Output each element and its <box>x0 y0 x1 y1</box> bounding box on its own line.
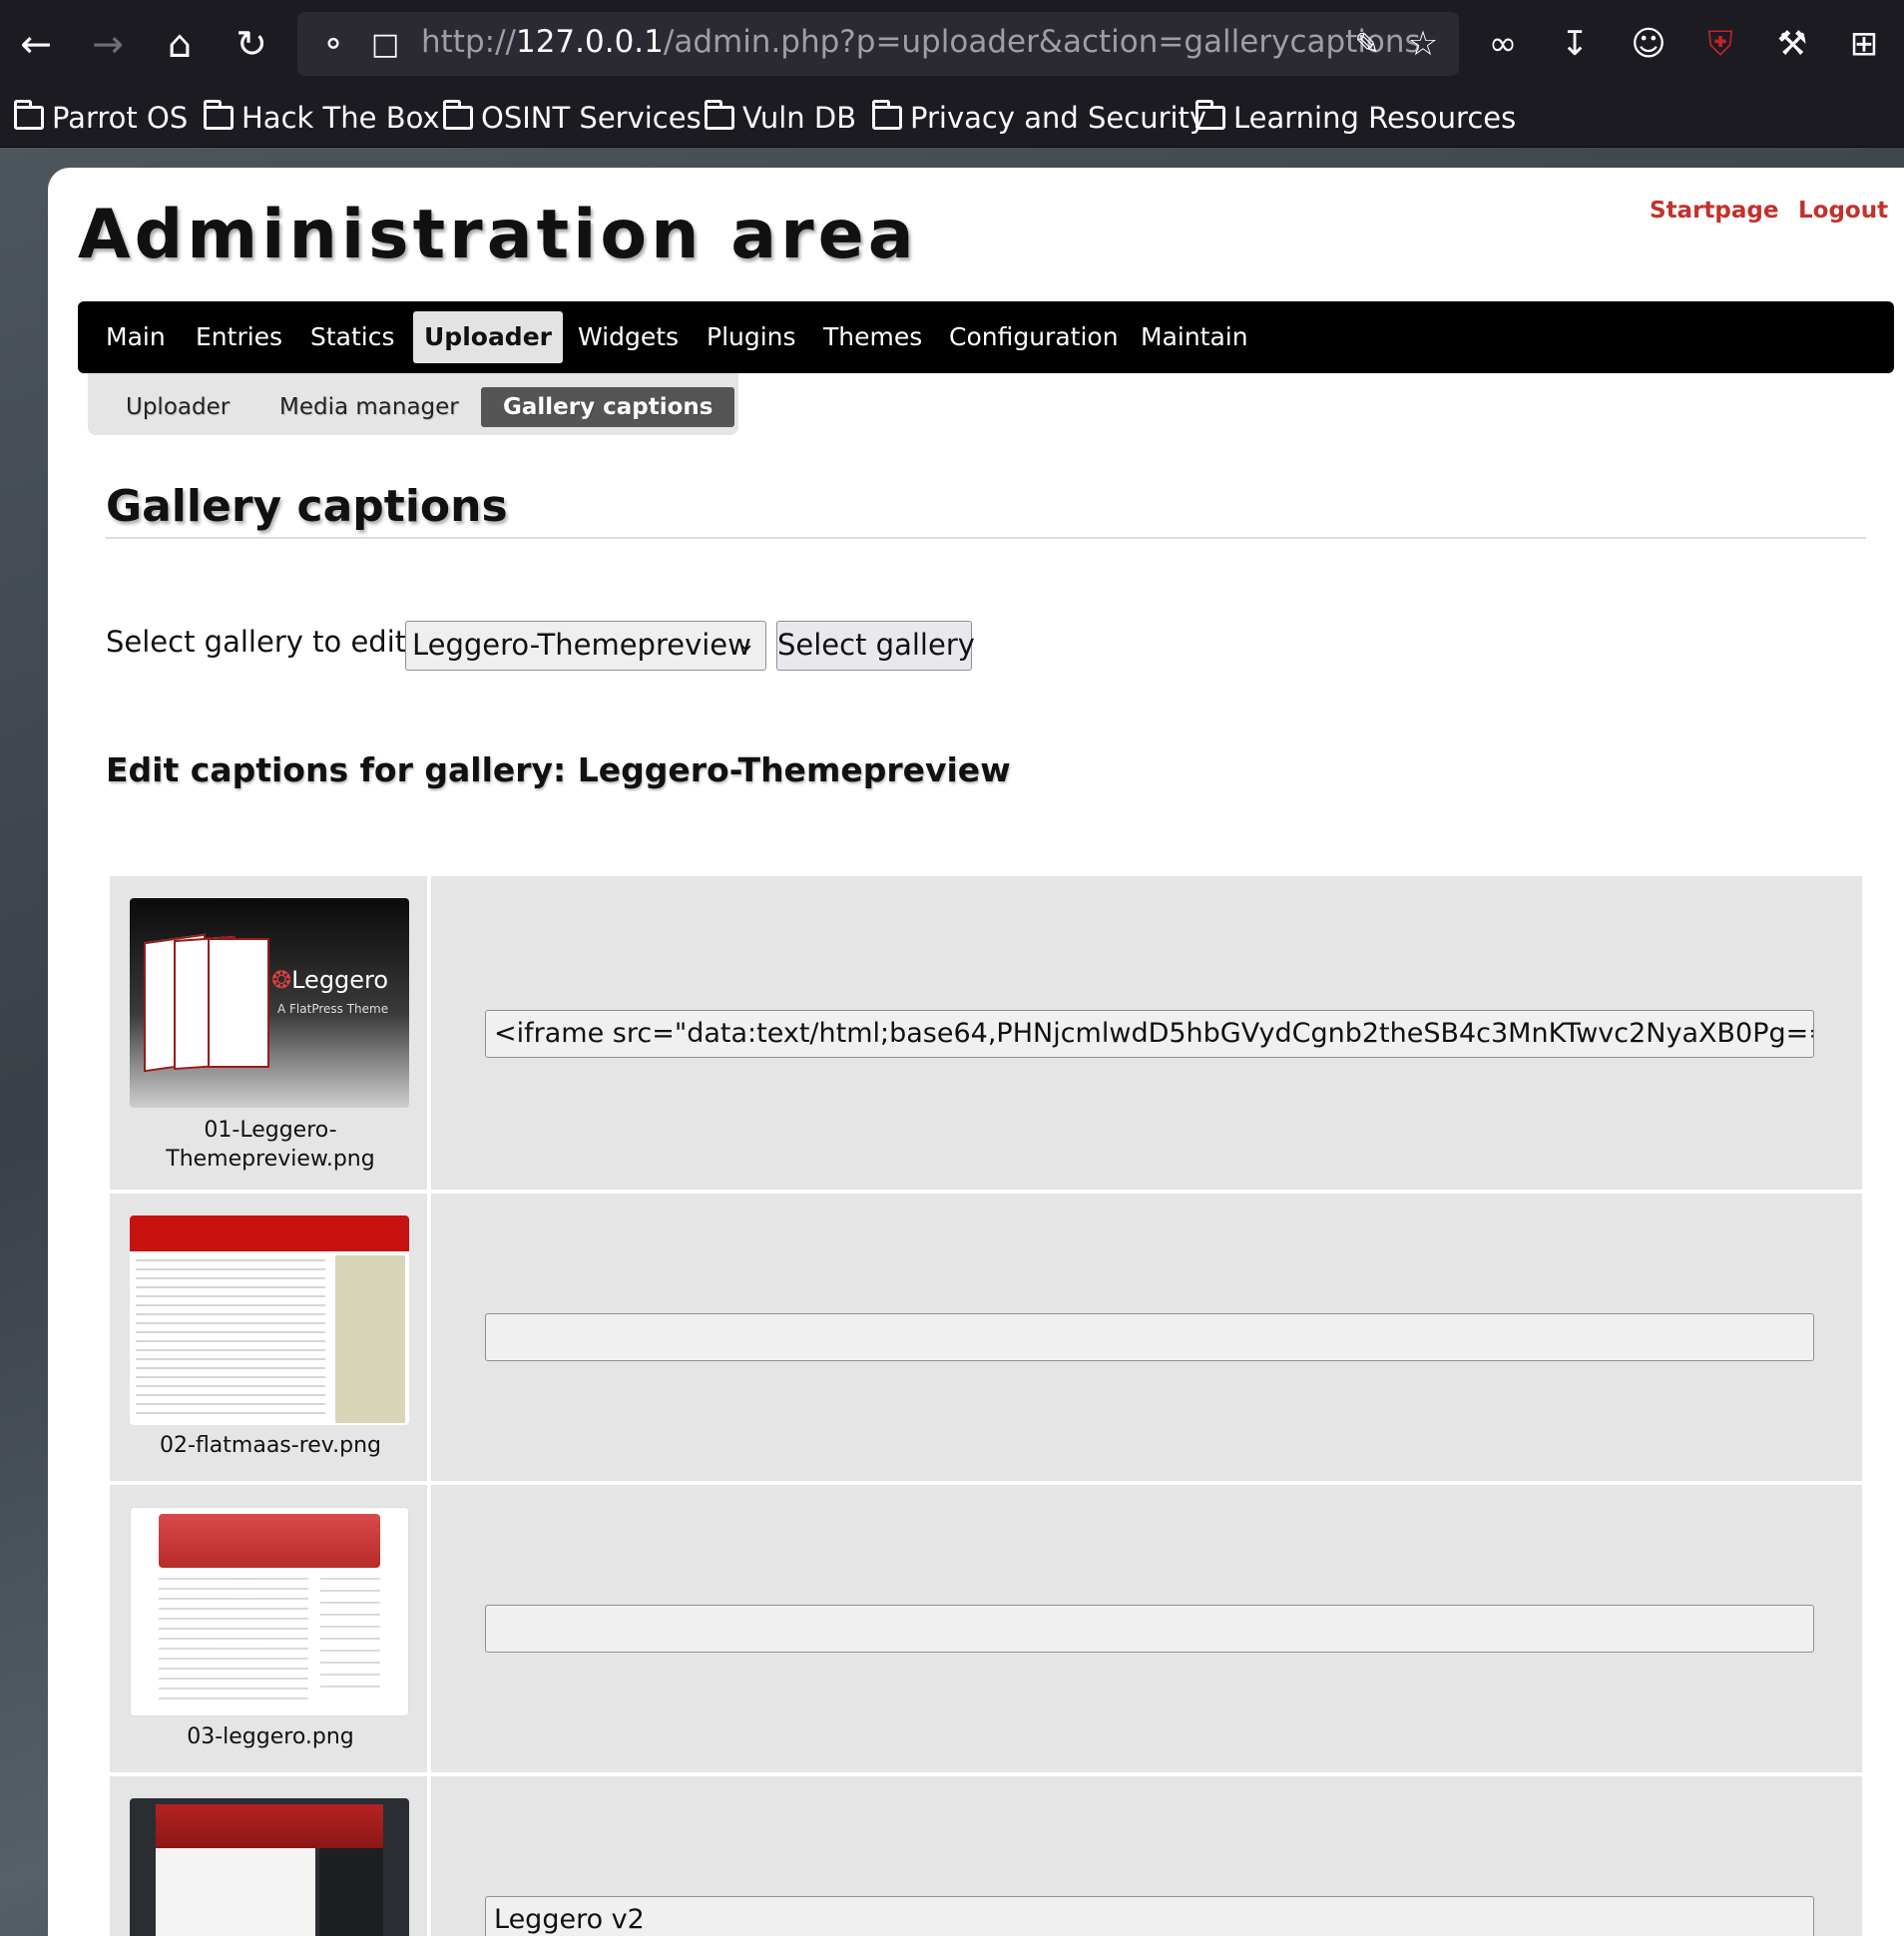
thumb-text-lines <box>159 1578 308 1707</box>
bookmark-label: Hack The Box <box>241 101 440 135</box>
gallery-select-value: Leggero-Themepreview <box>412 628 751 662</box>
logout-link[interactable]: Logout <box>1798 198 1888 224</box>
nav-widgets[interactable]: Widgets <box>567 311 690 363</box>
gallery-select-label: Select gallery to edit: <box>106 625 416 659</box>
nav-plugins[interactable]: Plugins <box>696 311 807 363</box>
shield-icon[interactable]: ⚬ <box>311 22 355 66</box>
thumb-sidebar-shape <box>319 1848 383 1936</box>
sub-nav: Uploader Media manager Gallery captions <box>88 373 738 435</box>
filename: 01-Leggero- Themepreview.png <box>110 1116 431 1174</box>
thumb-header-shape <box>130 1215 409 1251</box>
table-row: ❂Leggero A FlatPress Theme 01-Leggero- Th… <box>110 876 1862 1190</box>
nav-maintain[interactable]: Maintain <box>1130 311 1259 363</box>
nav-themes[interactable]: Themes <box>812 311 933 363</box>
subnav-media-manager[interactable]: Media manager <box>257 387 481 427</box>
url-bar[interactable]: ⚬ □ http://127.0.0.1/admin.php?p=uploade… <box>297 12 1459 76</box>
bookmark-folder-learning-resources[interactable]: Learning Resources <box>1195 96 1516 140</box>
bookmark-label: Learning Resources <box>1233 101 1517 135</box>
folder-icon <box>705 100 734 130</box>
edit-page-icon[interactable]: ✎ <box>1345 22 1389 66</box>
thumb-brand: ❂Leggero <box>271 966 388 994</box>
caption-input[interactable] <box>485 1605 1814 1653</box>
filename-line: Themepreview.png <box>166 1147 375 1172</box>
chevron-down-icon: ⌄ <box>736 632 755 657</box>
nav-main[interactable]: Main <box>95 311 177 363</box>
thumbnail-cell: ❂Leggero A FlatPress Theme 01-Leggero- Th… <box>110 876 431 1190</box>
extensions-puzzle-icon[interactable]: ⊞ <box>1836 16 1892 72</box>
thumb-brand-text: Leggero <box>291 966 389 994</box>
thumb-sidebar-shape <box>335 1255 405 1423</box>
bookmark-folder-parrot-os[interactable]: Parrot OS <box>14 96 188 140</box>
bookmark-label: Vuln DB <box>742 101 857 135</box>
table-row: Leggero v2 <box>110 1776 1862 1936</box>
ublock-shield-icon[interactable]: ⛨ <box>1692 16 1748 72</box>
table-row: 02-flatmaas-rev.png <box>110 1194 1862 1481</box>
thumbnail-image <box>130 1798 409 1936</box>
thumbnail-cell <box>110 1776 431 1936</box>
page-title: Gallery captions <box>106 481 508 532</box>
bookmark-folder-vuln-db[interactable]: Vuln DB <box>705 96 856 140</box>
caption-input[interactable]: <iframe src="data:text/html;base64,PHNjc… <box>485 1010 1814 1058</box>
url-text[interactable]: http://127.0.0.1/admin.php?p=uploader&ac… <box>421 24 1421 60</box>
bookmark-star-icon[interactable]: ☆ <box>1401 22 1445 66</box>
reload-icon[interactable]: ↻ <box>222 14 281 74</box>
nav-configuration[interactable]: Configuration <box>938 311 1130 363</box>
thumbnail-cell: 03-leggero.png <box>110 1485 431 1772</box>
select-gallery-button[interactable]: Select gallery <box>776 621 975 671</box>
heading-divider <box>106 537 1866 539</box>
page-info-icon[interactable]: □ <box>363 22 407 66</box>
bookmark-label: OSINT Services <box>481 101 702 135</box>
nav-uploader[interactable]: Uploader <box>413 311 563 363</box>
folder-icon <box>1195 100 1225 130</box>
captions-table: ❂Leggero A FlatPress Theme 01-Leggero- Th… <box>110 876 1862 1936</box>
thumbnail-image: ❂Leggero A FlatPress Theme <box>130 898 409 1108</box>
forward-arrow-icon[interactable]: → <box>78 14 138 74</box>
table-row: 03-leggero.png <box>110 1485 1862 1772</box>
bookmark-label: Parrot OS <box>52 101 189 135</box>
main-nav: Main Entries Statics Uploader Widgets Pl… <box>78 301 1894 373</box>
thumb-header-shape <box>159 1514 380 1568</box>
subnav-uploader[interactable]: Uploader <box>104 387 251 427</box>
folder-icon <box>204 100 234 130</box>
browser-toolbar: ← → ⌂ ↻ ⚬ □ http://127.0.0.1/admin.php?p… <box>0 0 1904 90</box>
private-mask-icon[interactable]: ∞ <box>1475 16 1531 72</box>
subnav-gallery-captions[interactable]: Gallery captions <box>481 387 735 427</box>
bookmark-label: Privacy and Security <box>910 101 1207 135</box>
thumb-page-shape <box>208 938 269 1068</box>
download-icon[interactable]: ↧ <box>1547 16 1603 72</box>
startpage-link[interactable]: Startpage <box>1650 198 1778 224</box>
nav-entries[interactable]: Entries <box>185 311 293 363</box>
snowflake-icon: ❂ <box>271 966 292 994</box>
account-icon[interactable]: ☺ <box>1621 16 1676 72</box>
folder-icon <box>14 100 44 130</box>
caption-input[interactable]: Leggero v2 <box>485 1896 1814 1936</box>
bookmarks-bar: Parrot OS Hack The Box OSINT Services Vu… <box>0 90 1904 148</box>
bookmark-folder-hack-the-box[interactable]: Hack The Box <box>204 96 440 140</box>
filename: 03-leggero.png <box>187 1724 354 1749</box>
filename-line: 01-Leggero- <box>204 1118 337 1143</box>
thumbnail-image <box>130 1215 409 1425</box>
bookmark-folder-privacy-security[interactable]: Privacy and Security <box>872 96 1206 140</box>
edit-captions-heading: Edit captions for gallery: Leggero-Theme… <box>106 750 1011 789</box>
gallery-select[interactable]: Leggero-Themepreview ⌄ <box>405 621 766 671</box>
home-icon[interactable]: ⌂ <box>150 14 210 74</box>
nav-statics[interactable]: Statics <box>299 311 406 363</box>
thumb-sidebar-lines <box>320 1578 380 1688</box>
thumb-body-shape <box>156 1848 315 1936</box>
thumb-tagline: A FlatPress Theme <box>277 1002 389 1016</box>
thumb-text-lines <box>136 1259 325 1419</box>
folder-icon <box>872 100 902 130</box>
thumbnail-image <box>130 1507 409 1716</box>
site-title: Administration area <box>78 196 918 274</box>
thumb-header-shape <box>156 1804 383 1848</box>
bookmark-folder-osint-services[interactable]: OSINT Services <box>443 96 702 140</box>
wrench-icon[interactable]: ⚒ <box>1764 16 1820 72</box>
filename: 02-flatmaas-rev.png <box>160 1433 381 1458</box>
folder-icon <box>443 100 473 130</box>
caption-input[interactable] <box>485 1313 1814 1361</box>
back-arrow-icon[interactable]: ← <box>6 14 66 74</box>
thumbnail-cell: 02-flatmaas-rev.png <box>110 1194 431 1481</box>
